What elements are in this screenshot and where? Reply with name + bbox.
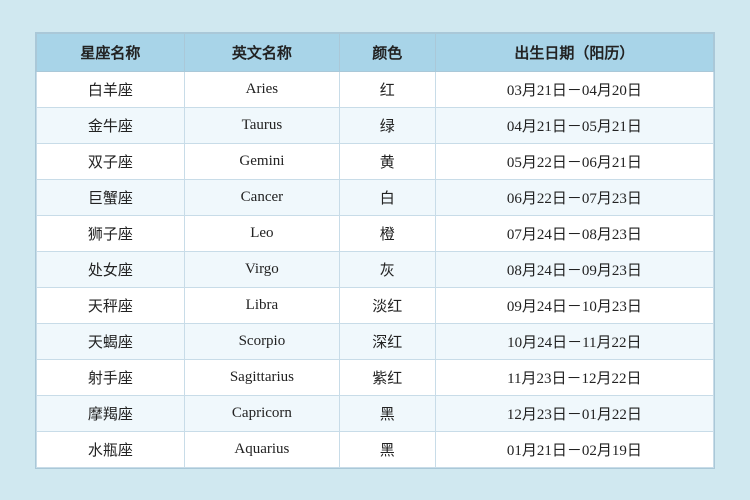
cell-color: 灰: [339, 251, 435, 287]
header-chinese-name: 星座名称: [37, 33, 185, 71]
cell-color: 红: [339, 71, 435, 107]
cell-chinese-name: 天秤座: [37, 287, 185, 323]
cell-color: 橙: [339, 215, 435, 251]
cell-english-name: Scorpio: [184, 323, 339, 359]
cell-english-name: Cancer: [184, 179, 339, 215]
cell-english-name: Capricorn: [184, 395, 339, 431]
zodiac-table-container: 星座名称 英文名称 颜色 出生日期（阳历） 白羊座Aries红03月21日－04…: [35, 32, 715, 469]
cell-dates: 12月23日－01月22日: [435, 395, 713, 431]
table-row: 双子座Gemini黄05月22日－06月21日: [37, 143, 714, 179]
cell-english-name: Gemini: [184, 143, 339, 179]
cell-chinese-name: 狮子座: [37, 215, 185, 251]
table-row: 巨蟹座Cancer白06月22日－07月23日: [37, 179, 714, 215]
cell-dates: 04月21日－05月21日: [435, 107, 713, 143]
header-color: 颜色: [339, 33, 435, 71]
cell-dates: 03月21日－04月20日: [435, 71, 713, 107]
table-row: 摩羯座Capricorn黑12月23日－01月22日: [37, 395, 714, 431]
cell-english-name: Libra: [184, 287, 339, 323]
cell-chinese-name: 射手座: [37, 359, 185, 395]
cell-dates: 01月21日－02月19日: [435, 431, 713, 467]
cell-english-name: Virgo: [184, 251, 339, 287]
header-dates: 出生日期（阳历）: [435, 33, 713, 71]
table-row: 天蝎座Scorpio深红10月24日－11月22日: [37, 323, 714, 359]
cell-color: 黑: [339, 431, 435, 467]
cell-english-name: Leo: [184, 215, 339, 251]
cell-dates: 11月23日－12月22日: [435, 359, 713, 395]
cell-color: 深红: [339, 323, 435, 359]
cell-dates: 06月22日－07月23日: [435, 179, 713, 215]
table-row: 白羊座Aries红03月21日－04月20日: [37, 71, 714, 107]
table-body: 白羊座Aries红03月21日－04月20日金牛座Taurus绿04月21日－0…: [37, 71, 714, 467]
cell-dates: 10月24日－11月22日: [435, 323, 713, 359]
table-row: 射手座Sagittarius紫红11月23日－12月22日: [37, 359, 714, 395]
cell-dates: 07月24日－08月23日: [435, 215, 713, 251]
cell-english-name: Aquarius: [184, 431, 339, 467]
cell-color: 白: [339, 179, 435, 215]
cell-chinese-name: 天蝎座: [37, 323, 185, 359]
cell-chinese-name: 摩羯座: [37, 395, 185, 431]
cell-chinese-name: 巨蟹座: [37, 179, 185, 215]
cell-color: 绿: [339, 107, 435, 143]
table-row: 狮子座Leo橙07月24日－08月23日: [37, 215, 714, 251]
cell-dates: 08月24日－09月23日: [435, 251, 713, 287]
cell-chinese-name: 金牛座: [37, 107, 185, 143]
cell-color: 淡红: [339, 287, 435, 323]
cell-color: 黑: [339, 395, 435, 431]
cell-dates: 09月24日－10月23日: [435, 287, 713, 323]
cell-color: 黄: [339, 143, 435, 179]
table-row: 天秤座Libra淡红09月24日－10月23日: [37, 287, 714, 323]
table-header-row: 星座名称 英文名称 颜色 出生日期（阳历）: [37, 33, 714, 71]
cell-dates: 05月22日－06月21日: [435, 143, 713, 179]
cell-chinese-name: 双子座: [37, 143, 185, 179]
table-row: 水瓶座Aquarius黑01月21日－02月19日: [37, 431, 714, 467]
table-row: 金牛座Taurus绿04月21日－05月21日: [37, 107, 714, 143]
cell-chinese-name: 处女座: [37, 251, 185, 287]
cell-english-name: Aries: [184, 71, 339, 107]
header-english-name: 英文名称: [184, 33, 339, 71]
cell-chinese-name: 白羊座: [37, 71, 185, 107]
table-row: 处女座Virgo灰08月24日－09月23日: [37, 251, 714, 287]
cell-english-name: Sagittarius: [184, 359, 339, 395]
cell-english-name: Taurus: [184, 107, 339, 143]
cell-color: 紫红: [339, 359, 435, 395]
zodiac-table: 星座名称 英文名称 颜色 出生日期（阳历） 白羊座Aries红03月21日－04…: [36, 33, 714, 468]
cell-chinese-name: 水瓶座: [37, 431, 185, 467]
